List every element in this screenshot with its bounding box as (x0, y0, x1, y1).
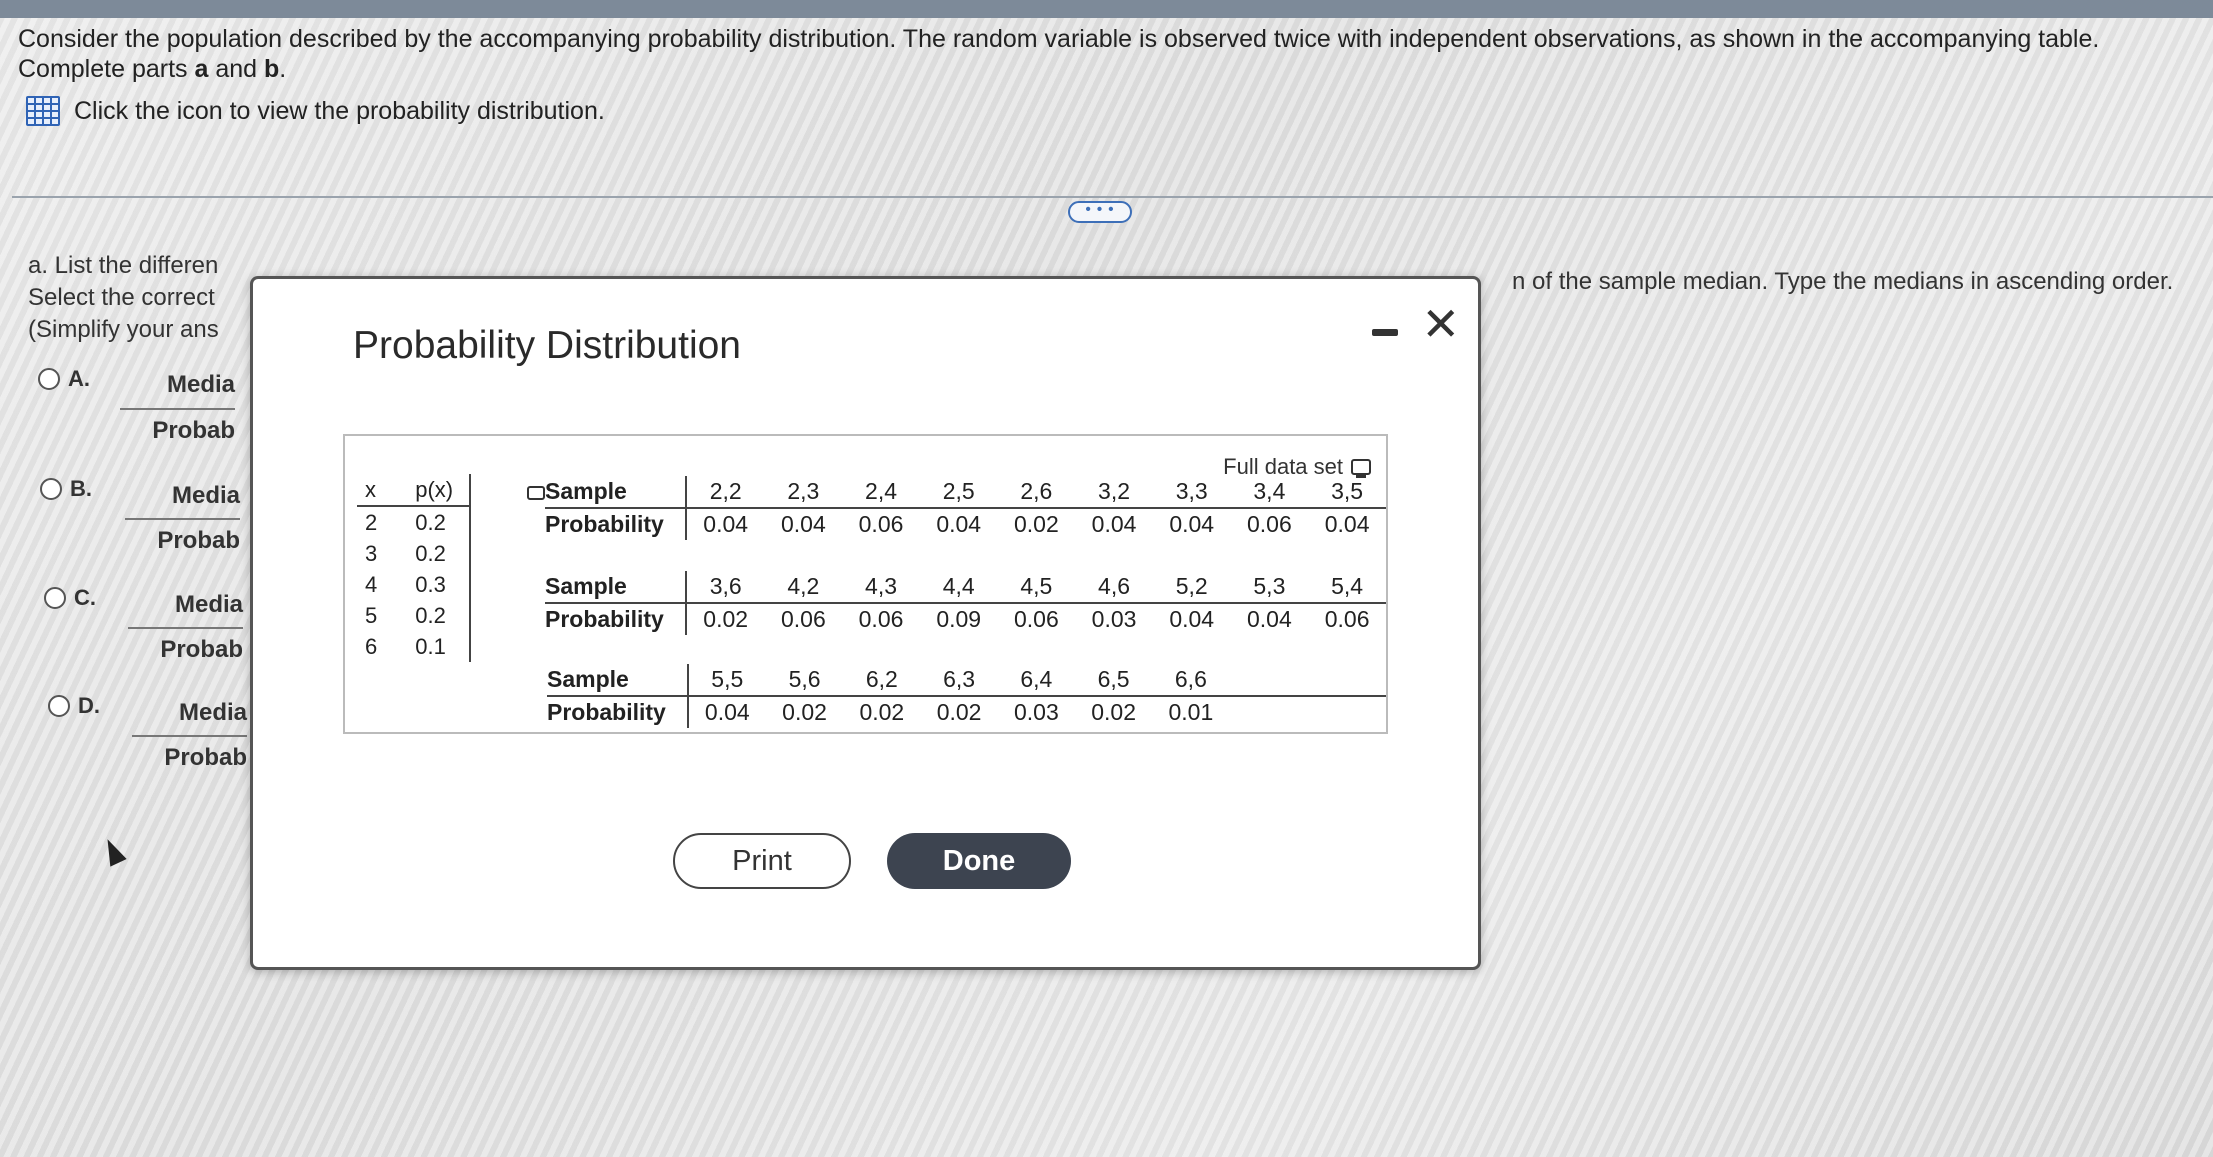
part-a-instructions: a. List the differen Select the correct … (28, 250, 219, 346)
option-a-median: Media (166, 371, 235, 398)
copy-icon[interactable] (527, 486, 545, 500)
sample-table-1: Sample 2,2 2,3 2,4 2,5 2,6 3,2 3,3 3,4 3,5 Proba… (545, 476, 1386, 540)
table-row: Probability 0.02 0.06 0.06 0.09 0.06 0.03 0.04… (545, 603, 1386, 635)
option-d[interactable]: D. (48, 693, 100, 719)
copy-icon[interactable] (1351, 459, 1371, 478)
table-icon[interactable] (26, 96, 60, 126)
question-prompt: Consider the population described by the… (18, 24, 2178, 84)
table-row: 3 0.2 (357, 538, 472, 569)
option-d-median: Media (178, 699, 247, 726)
prompt-and: and (208, 55, 264, 83)
print-button[interactable]: Print (673, 833, 851, 889)
table-row: Probability 0.04 0.04 0.06 0.04 0.02 0.04 0.04… (545, 508, 1386, 540)
option-label: B. (70, 476, 92, 501)
table-row: 6 0.1 (357, 631, 472, 662)
table-row: Sample 5,5 5,6 6,2 6,3 6,4 6,5 6,6 (547, 664, 1386, 697)
radio-icon[interactable] (38, 368, 60, 390)
prompt-period: . (279, 55, 287, 83)
radio-icon[interactable] (44, 587, 66, 609)
expand-more-button[interactable]: • • • (1068, 201, 1132, 223)
option-d-divider (132, 735, 247, 737)
probability-header: Probability (545, 508, 687, 540)
option-b-prob: Probab (157, 527, 240, 554)
mouse-cursor-icon (99, 835, 127, 867)
option-label: D. (78, 693, 100, 718)
option-a[interactable]: A. (38, 366, 90, 392)
option-a-divider (120, 408, 235, 410)
radio-icon[interactable] (48, 695, 70, 717)
part-a-line3: (Simplify your ans (28, 316, 219, 343)
probability-header: Probability (545, 603, 687, 635)
sample-header: Sample (545, 476, 687, 509)
probability-distribution-dialog: Probability Distribution ✕ Full data set… (250, 276, 1481, 970)
table-row: 4 0.3 (357, 569, 472, 600)
option-c-divider (128, 627, 243, 629)
option-a-prob: Probab (152, 417, 235, 444)
option-label: A. (68, 366, 90, 391)
table-row: 5 0.2 (357, 600, 472, 631)
view-distribution-link[interactable]: Click the icon to view the probability d… (26, 96, 605, 126)
prompt-line1: Consider the population described by the… (18, 25, 2100, 53)
sample-header: Sample (545, 571, 687, 604)
option-b[interactable]: B. (40, 476, 92, 502)
probability-header: Probability (547, 696, 689, 728)
px-table: x p(x) 2 0.2 3 0.2 4 0.3 5 0.2 6 0.1 (357, 474, 472, 662)
option-b-median: Media (171, 482, 240, 509)
sample-table-3: Sample 5,5 5,6 6,2 6,3 6,4 6,5 6,6 Probability… (547, 664, 1386, 728)
view-distribution-text: Click the icon to view the probability d… (74, 96, 605, 125)
table-row: 2 0.2 (357, 506, 472, 538)
sample-table-2: Sample 3,6 4,2 4,3 4,4 4,5 4,6 5,2 5,3 5,4 Proba… (545, 571, 1386, 635)
part-a-instructions-cont: n of the sample median. Type the medians… (1512, 268, 2174, 295)
dialog-title: Probability Distribution (353, 324, 742, 367)
done-button[interactable]: Done (887, 833, 1071, 889)
table-row: Probability 0.04 0.02 0.02 0.02 0.03 0.02 0.01 (547, 696, 1386, 728)
option-c[interactable]: C. (44, 585, 96, 611)
table-row: Sample 3,6 4,2 4,3 4,4 4,5 4,6 5,2 5,3 5,4 (545, 571, 1386, 604)
option-label: C. (74, 585, 96, 610)
prompt-line2: Complete parts (18, 55, 195, 83)
part-b-ref: b (263, 55, 280, 83)
option-d-prob: Probab (164, 744, 247, 771)
top-bar (0, 0, 2213, 18)
part-a-line2: Select the correct (28, 284, 215, 311)
px-header: p(x) (385, 474, 472, 507)
data-panel: Full data set x p(x) 2 0.2 3 0.2 4 0.3 5 0.2… (343, 434, 1388, 734)
option-c-prob: Probab (160, 636, 243, 663)
close-icon[interactable]: ✕ (1421, 301, 1460, 347)
part-a-line1: a. List the differen (28, 252, 219, 279)
table-row: Sample 2,2 2,3 2,4 2,5 2,6 3,2 3,3 3,4 3,5 (545, 476, 1386, 509)
option-b-divider (125, 518, 240, 520)
minimize-icon[interactable] (1372, 329, 1398, 336)
radio-icon[interactable] (40, 478, 62, 500)
part-a-ref: a (194, 55, 209, 83)
x-header: x (357, 474, 386, 507)
section-divider (12, 196, 2213, 198)
option-c-median: Media (174, 591, 243, 618)
sample-header: Sample (547, 664, 689, 697)
